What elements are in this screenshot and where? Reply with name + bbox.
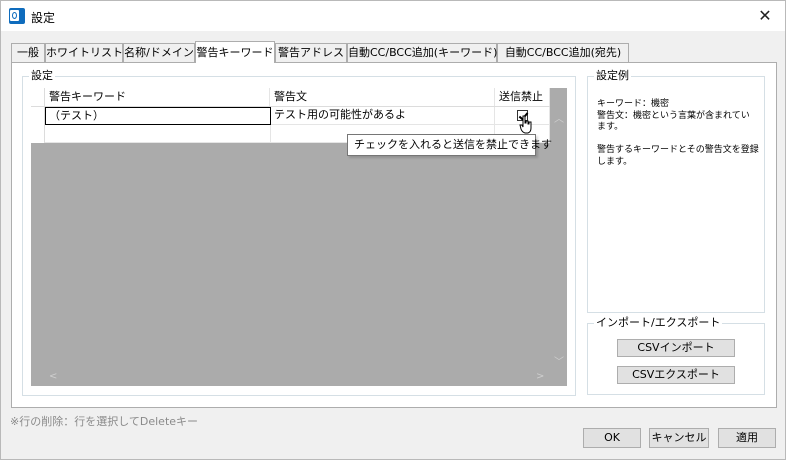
example-group-label: 設定例: [594, 69, 631, 83]
column-header-keyword[interactable]: 警告キーワード: [45, 88, 270, 106]
row-header-corner: [31, 88, 45, 106]
apply-button[interactable]: 適用: [718, 428, 776, 448]
scroll-down-icon[interactable]: ﹀: [554, 353, 564, 368]
row-header[interactable]: [31, 125, 45, 143]
tab-warning-keywords[interactable]: 警告キーワード: [195, 41, 275, 63]
import-export-group: インポート/エクスポート: [587, 316, 765, 395]
close-button[interactable]: ✕: [745, 1, 785, 31]
title-bar: 設定 ✕: [1, 1, 785, 31]
hand-cursor-icon: [519, 115, 532, 134]
scroll-up-icon[interactable]: ︿: [554, 110, 564, 125]
grid-body: 警告キーワード 警告文 送信禁止 （テスト） テスト用の可能性があるよ ︿ ﹀: [31, 88, 567, 386]
column-header-message[interactable]: 警告文: [270, 88, 495, 106]
example-line: 警告文：機密という言葉が含まれてい: [597, 110, 750, 121]
example-line: 警告するキーワードとその警告文を登録: [597, 145, 759, 155]
row-header[interactable]: [31, 107, 45, 125]
tab-name-domain[interactable]: 名称/ドメイン: [123, 43, 195, 62]
close-icon: ✕: [758, 6, 772, 25]
vertical-scrollbar[interactable]: ︿ ﹀: [550, 88, 567, 369]
csv-export-button[interactable]: CSVエクスポート: [617, 366, 735, 384]
example-line: キーワード：機密: [597, 99, 670, 109]
column-header-block-send[interactable]: 送信禁止: [495, 88, 550, 106]
tab-auto-cc-recipient[interactable]: 自動CC/BCC追加(宛先): [497, 43, 629, 62]
import-export-group-label: インポート/エクスポート: [594, 316, 723, 330]
cancel-button[interactable]: キャンセル: [649, 428, 709, 448]
scroll-left-icon[interactable]: <: [49, 371, 57, 382]
tab-auto-cc-keyword[interactable]: 自動CC/BCC追加(キーワード): [347, 43, 497, 62]
example-line: ます。: [597, 122, 624, 132]
ok-button[interactable]: OK: [583, 428, 641, 448]
tab-general[interactable]: 一般: [11, 43, 45, 62]
delete-row-hint: ※行の削除：行を選択してDeleteキー: [10, 415, 199, 428]
new-keyword-cell[interactable]: [45, 125, 271, 143]
scroll-right-icon[interactable]: >: [536, 371, 544, 382]
example-line: [597, 134, 767, 146]
tab-whitelist[interactable]: ホワイトリスト: [45, 43, 123, 62]
table-row[interactable]: （テスト） テスト用の可能性があるよ: [31, 107, 550, 125]
window-title: 設定: [31, 11, 56, 25]
example-line: します。: [597, 156, 633, 167]
settings-window: 設定 ✕ 一般 ホワイトリスト 名称/ドメイン 警告キーワード 警告アドレス 自…: [0, 0, 786, 460]
keyword-grid[interactable]: 警告キーワード 警告文 送信禁止 （テスト） テスト用の可能性があるよ ︿ ﹀: [31, 88, 567, 386]
scrollbar-corner: [550, 369, 567, 386]
block-send-tooltip: チェックを入れると送信を禁止できます: [347, 134, 552, 156]
horizontal-scrollbar[interactable]: < >: [31, 369, 550, 386]
keyword-cell[interactable]: （テスト）: [45, 107, 271, 125]
csv-import-button[interactable]: CSVインポート: [617, 339, 735, 357]
settings-group-label: 設定: [29, 69, 55, 83]
example-text: キーワード：機密 警告文：機密という言葉が含まれてい ます。 警告するキーワード…: [597, 99, 767, 168]
tab-warning-addresses[interactable]: 警告アドレス: [275, 43, 347, 62]
outlook-app-icon: [9, 8, 25, 24]
message-cell[interactable]: テスト用の可能性があるよ: [271, 107, 495, 125]
grid-header: 警告キーワード 警告文 送信禁止: [31, 88, 550, 107]
